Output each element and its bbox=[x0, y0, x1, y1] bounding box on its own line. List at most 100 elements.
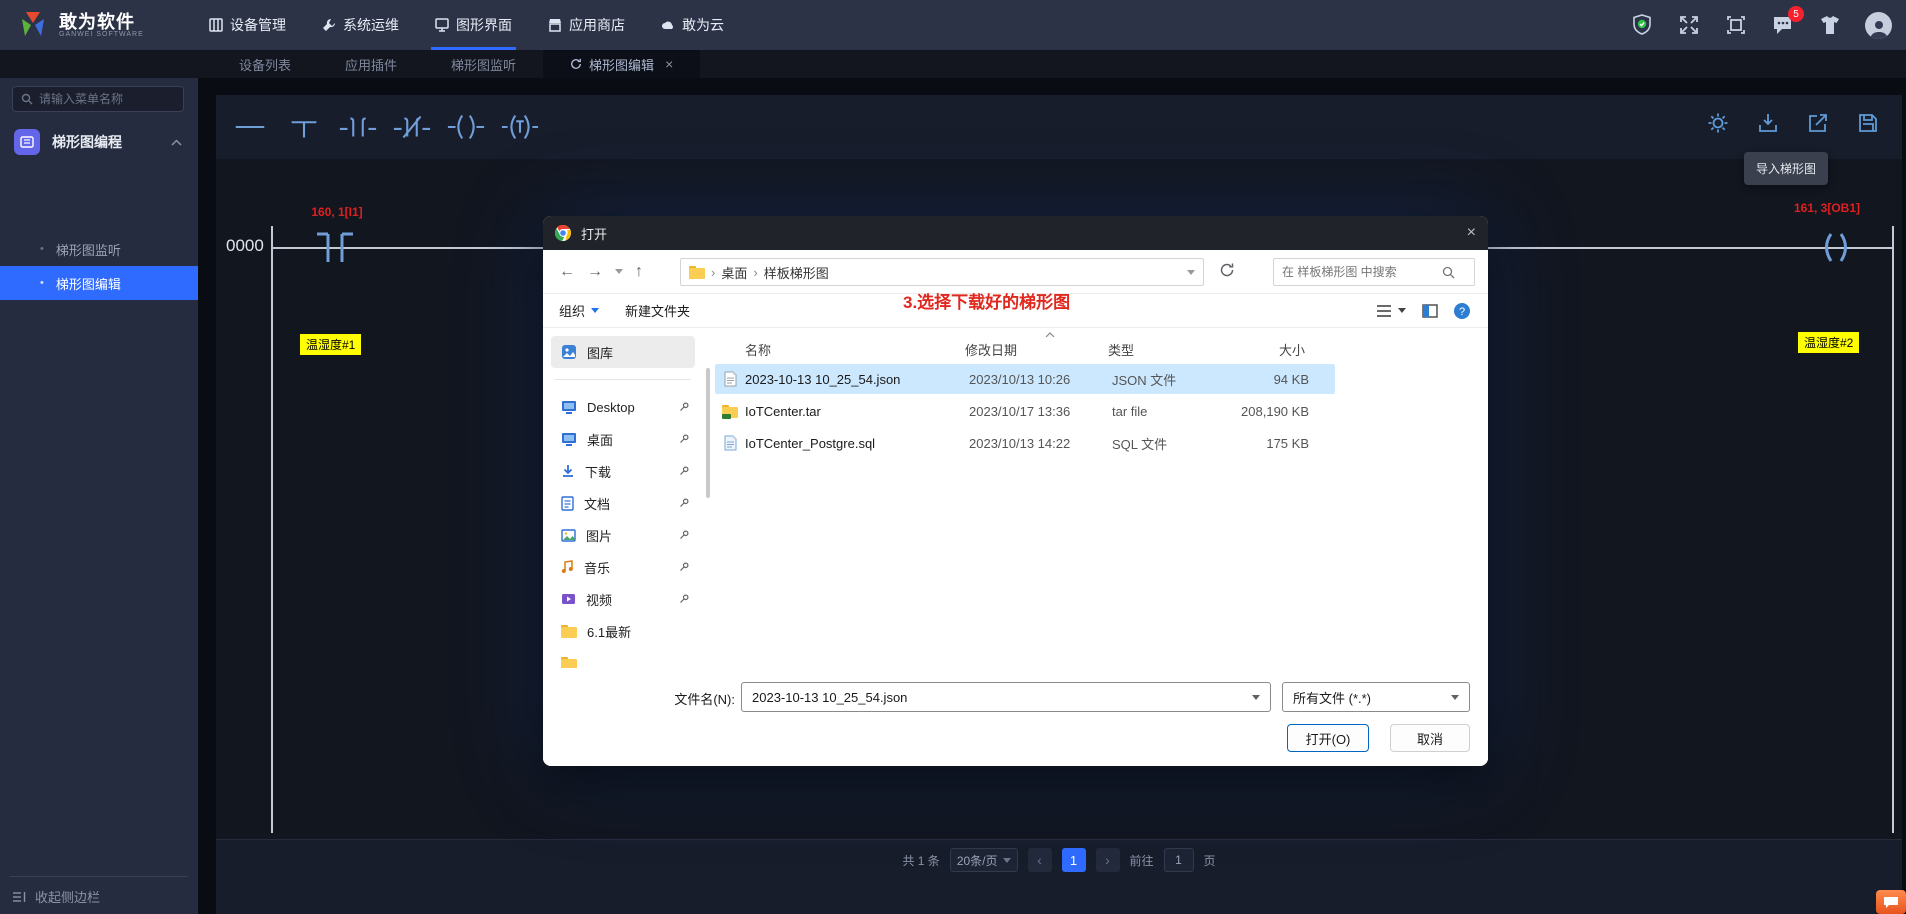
current-page-button[interactable]: 1 bbox=[1061, 848, 1086, 872]
column-header-date[interactable]: 修改日期 bbox=[965, 340, 1108, 359]
dialog-sidebar-item-pictures[interactable]: 图片 bbox=[543, 519, 703, 551]
nav-app-store[interactable]: 应用商店 bbox=[548, 0, 625, 50]
tab-device-list[interactable]: 设备列表 bbox=[212, 50, 318, 78]
new-folder-button[interactable]: 新建文件夹 bbox=[625, 301, 690, 320]
chevron-down-icon bbox=[591, 308, 600, 313]
dialog-sidebar-item-desktop[interactable]: 桌面 bbox=[543, 423, 703, 455]
goto-page-input[interactable]: 1 bbox=[1163, 848, 1194, 872]
column-header-type[interactable]: 类型 bbox=[1108, 340, 1215, 359]
forward-arrow-icon[interactable]: → bbox=[587, 263, 603, 281]
pin-icon[interactable] bbox=[679, 466, 689, 476]
menu-search[interactable] bbox=[12, 86, 184, 112]
pin-icon[interactable] bbox=[679, 402, 689, 412]
add-coil-button[interactable] bbox=[446, 107, 486, 147]
dialog-close-icon[interactable]: × bbox=[1467, 224, 1476, 242]
dialog-sidebar-item-downloads[interactable]: 下载 bbox=[543, 455, 703, 487]
back-arrow-icon[interactable]: ← bbox=[559, 263, 575, 281]
dialog-title-bar[interactable]: 打开 × bbox=[543, 216, 1488, 250]
nav-ganwei-cloud[interactable]: 敢为云 bbox=[661, 0, 724, 50]
floating-chat-widget[interactable] bbox=[1876, 890, 1906, 914]
left-sidebar: 梯形图编程 梯形图监听 梯形图编辑 收起侧边栏 bbox=[0, 78, 198, 914]
add-timer-coil-button[interactable] bbox=[500, 107, 540, 147]
tab-ladder-editor[interactable]: 梯形图编辑 × bbox=[543, 50, 701, 78]
dialog-search-input[interactable] bbox=[1282, 265, 1442, 279]
prev-page-button[interactable]: ‹ bbox=[1027, 848, 1052, 872]
help-icon[interactable]: ? bbox=[1454, 302, 1470, 319]
tutorial-annotation: 3.选择下载好的梯形图 bbox=[903, 293, 1071, 312]
nav-device-management[interactable]: 设备管理 bbox=[209, 0, 286, 50]
file-row-tar[interactable]: IoTCenter.tar 2023/10/17 13:36 tar file … bbox=[715, 396, 1335, 426]
sidebar-item-ladder-monitor[interactable]: 梯形图监听 bbox=[0, 232, 198, 266]
capture-frame-icon[interactable] bbox=[1724, 13, 1748, 37]
up-arrow-icon[interactable]: ↑ bbox=[635, 263, 643, 281]
column-header-size[interactable]: 大小 bbox=[1215, 340, 1305, 359]
sidebar-scrollbar[interactable] bbox=[706, 368, 710, 498]
collapse-sidebar-button[interactable]: 收起侧边栏 bbox=[0, 887, 198, 906]
menu-search-input[interactable] bbox=[39, 92, 169, 106]
dialog-search-box[interactable] bbox=[1273, 258, 1475, 286]
filetype-combobox[interactable]: 所有文件 (*.*) bbox=[1282, 682, 1470, 712]
pin-icon[interactable] bbox=[679, 530, 689, 540]
logo-triangle-icon bbox=[22, 12, 44, 36]
add-nc-contact-button[interactable] bbox=[392, 107, 432, 147]
nav-system-ops[interactable]: 系统运维 bbox=[322, 0, 399, 50]
dialog-sidebar-item-music[interactable]: 音乐 bbox=[543, 551, 703, 583]
sidebar-item-label: 音乐 bbox=[584, 560, 611, 576]
save-icon[interactable] bbox=[1856, 111, 1880, 135]
import-ladder-icon[interactable] bbox=[1756, 111, 1780, 135]
coil-tag[interactable]: 温湿度#2 bbox=[1798, 332, 1860, 353]
tab-app-plugins[interactable]: 应用插件 bbox=[318, 50, 424, 78]
dialog-sidebar-item-videos[interactable]: 视频 bbox=[543, 583, 703, 615]
security-shield-icon[interactable] bbox=[1630, 13, 1654, 37]
cancel-button[interactable]: 取消 bbox=[1390, 724, 1470, 752]
pin-icon[interactable] bbox=[679, 594, 689, 604]
tab-close-icon[interactable]: × bbox=[665, 56, 673, 72]
file-row-sql[interactable]: IoTCenter_Postgre.sql 2023/10/13 14:22 S… bbox=[715, 428, 1335, 458]
user-avatar[interactable] bbox=[1865, 11, 1892, 39]
sidebar-item-ladder-editor[interactable]: 梯形图编辑 bbox=[0, 266, 198, 300]
pin-icon[interactable] bbox=[679, 498, 689, 508]
coil-element[interactable] bbox=[1814, 229, 1858, 267]
settings-gear-icon[interactable] bbox=[1706, 111, 1730, 135]
address-bar[interactable]: › 桌面 › 样板梯形图 bbox=[680, 258, 1204, 286]
pin-icon[interactable] bbox=[679, 562, 689, 572]
add-no-contact-button[interactable] bbox=[338, 107, 378, 147]
breadcrumb-desktop[interactable]: 桌面 bbox=[721, 263, 747, 282]
dialog-sidebar-item-desktop-en[interactable]: Desktop bbox=[543, 391, 703, 423]
address-chevron-icon[interactable] bbox=[1187, 269, 1195, 275]
tab-ladder-monitor[interactable]: 梯形图监听 bbox=[424, 50, 543, 78]
dialog-sidebar-item-partial[interactable] bbox=[543, 647, 703, 668]
dialog-sidebar-item-documents[interactable]: 文档 bbox=[543, 487, 703, 519]
file-list: 名称 修改日期 类型 大小 2023-10-13 10_25_54.json 2… bbox=[715, 328, 1335, 668]
filename-combobox[interactable]: 2023-10-13 10_25_54.json bbox=[741, 682, 1271, 712]
desktop-icon bbox=[562, 433, 576, 446]
sidebar-item-label: 图库 bbox=[587, 345, 614, 361]
fullscreen-icon[interactable] bbox=[1677, 13, 1701, 37]
file-list-header: 名称 修改日期 类型 大小 bbox=[715, 332, 1335, 362]
pagination-divider bbox=[216, 839, 1902, 840]
messages-icon[interactable]: 5 bbox=[1771, 6, 1804, 37]
page-size-select[interactable]: 20条/页 bbox=[949, 848, 1018, 872]
export-ladder-icon[interactable] bbox=[1806, 111, 1830, 135]
refresh-icon[interactable] bbox=[1219, 262, 1235, 281]
column-header-name[interactable]: 名称 bbox=[715, 340, 965, 359]
organize-button[interactable]: 组织 bbox=[559, 301, 600, 320]
theme-shirt-icon[interactable] bbox=[1818, 13, 1842, 37]
view-mode-button[interactable] bbox=[1376, 304, 1406, 318]
add-horizontal-line-button[interactable] bbox=[230, 107, 270, 147]
open-button[interactable]: 打开(O) bbox=[1287, 724, 1369, 752]
nav-graphic-interface[interactable]: 图形界面 bbox=[431, 0, 516, 50]
dialog-sidebar-item-gallery[interactable]: 图库 bbox=[551, 336, 695, 368]
contact-tag[interactable]: 温湿度#1 bbox=[300, 334, 362, 355]
history-chevron-icon[interactable] bbox=[615, 269, 623, 274]
preview-pane-button[interactable] bbox=[1422, 303, 1438, 318]
dialog-sidebar-item-6-1-latest[interactable]: 6.1最新 bbox=[543, 615, 703, 647]
breadcrumb-folder[interactable]: 样板梯形图 bbox=[764, 263, 829, 282]
refresh-icon[interactable] bbox=[570, 58, 582, 70]
add-vertical-line-button[interactable] bbox=[284, 107, 324, 147]
sidebar-group-ladder-programming[interactable]: 梯形图编程 bbox=[0, 122, 198, 162]
pin-icon[interactable] bbox=[679, 434, 689, 444]
next-page-button[interactable]: › bbox=[1095, 848, 1120, 872]
file-row-json[interactable]: 2023-10-13 10_25_54.json 2023/10/13 10:2… bbox=[715, 364, 1335, 394]
no-contact-element[interactable] bbox=[304, 229, 366, 267]
